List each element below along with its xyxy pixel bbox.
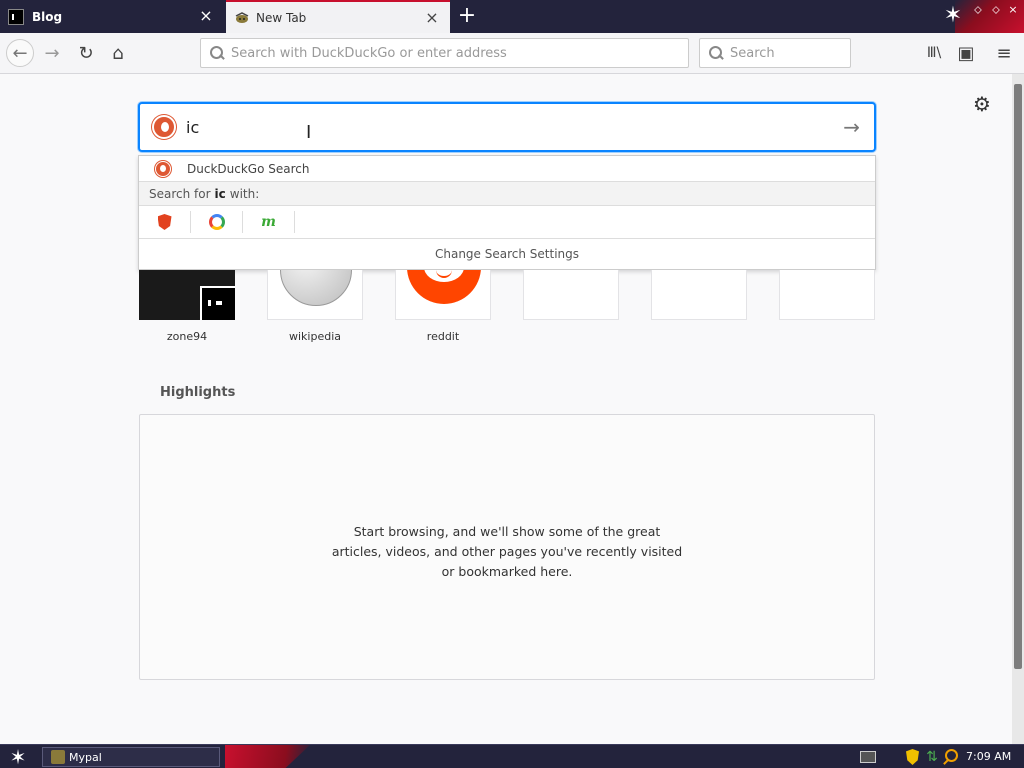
tab-strip: Blog × New Tab × + ⬦ ⬦ × ✶ [0,0,1024,33]
top-site-reddit[interactable] [395,270,491,320]
mojeek-icon: m [261,214,276,230]
tab-blog[interactable]: Blog × [0,0,224,33]
search-for-header: Search for ic with: [139,182,875,206]
top-site-zone94[interactable] [139,270,235,320]
top-site-wikipedia[interactable] [267,270,363,320]
highlights-empty-panel: Start browsing, and we'll show some of t… [139,414,875,680]
newtab-search-input[interactable] [186,117,786,137]
mojeek-engine-button[interactable]: m [243,211,295,233]
engine-suggestion-row[interactable]: DuckDuckGo Search [139,156,875,182]
highlights-empty-message: Start browsing, and we'll show some of t… [331,524,683,579]
library-button[interactable]: Ⅲ\ [920,39,948,67]
top-site-label[interactable]: zone94 [139,330,235,343]
back-button[interactable]: ← [6,39,34,67]
taskbar-decoration [225,745,310,768]
top-site-empty[interactable] [779,270,875,320]
search-bar[interactable] [699,38,851,68]
taskbar-item-label: Mypal [69,750,102,764]
search-for-term: ic [214,186,226,201]
tab-new-tab[interactable]: New Tab × [226,0,450,33]
forward-button[interactable]: → [38,39,66,67]
top-site-empty[interactable] [523,270,619,320]
mypal-app-icon [51,750,65,764]
maximize-icon[interactable]: ⬦ [989,3,1003,17]
os-taskbar: ✶ Mypal ⇅ 7:09 AM [0,744,1024,768]
settings-gear-icon[interactable]: ⚙ [972,94,992,114]
mypal-favicon-icon [234,10,250,26]
navigation-toolbar: ← → ↻ ⌂ Ⅲ\ ▣ ≡ [0,33,1024,74]
new-tab-button[interactable]: + [455,4,479,28]
duckduckgo-icon [155,160,171,177]
blog-favicon-icon [8,8,24,25]
text-cursor-icon: I [306,122,312,143]
top-site-label[interactable]: wikipedia [267,330,363,343]
home-button[interactable]: ⌂ [104,39,132,67]
search-tray-icon[interactable] [942,749,958,765]
star-logo-icon: ✶ [943,3,963,28]
minimize-icon[interactable]: ⬦ [971,3,985,17]
close-tab-icon[interactable]: × [198,8,214,24]
change-search-settings-button[interactable]: Change Search Settings [139,239,875,269]
tab-label: New Tab [256,10,307,25]
engine-suggestion-label: DuckDuckGo Search [187,161,310,176]
wikipedia-globe-icon [280,270,352,306]
taskbar-item-mypal[interactable]: Mypal [42,747,220,767]
zone94-thumbnail-icon [200,286,235,320]
search-go-arrow-icon[interactable]: → [843,117,860,137]
url-bar[interactable] [200,38,689,68]
security-shield-tray-icon[interactable] [906,749,919,765]
scrollbar-thumb[interactable] [1014,84,1022,669]
reddit-snoo-icon [407,270,481,304]
brave-icon [157,214,172,230]
sidebar-toggle-button[interactable]: ▣ [952,39,980,67]
search-icon [708,45,724,61]
search-input[interactable] [730,45,840,61]
tab-label: Blog [32,9,63,24]
start-menu-button[interactable]: ✶ [4,745,32,768]
newtab-search-box[interactable]: → [138,102,876,152]
brand-corner: ⬦ ⬦ × [955,0,1024,33]
vertical-scrollbar[interactable] [1012,74,1024,744]
menu-button[interactable]: ≡ [990,39,1018,67]
url-input[interactable] [231,45,661,61]
top-site-label[interactable]: reddit [395,330,491,343]
close-tab-icon[interactable]: × [424,10,440,26]
search-for-prefix: Search for [149,186,211,201]
alternate-engines-row: m [139,206,875,239]
keyboard-tray-icon[interactable] [860,751,876,763]
search-suggestions-dropdown: DuckDuckGo Search Search for ic with: m … [138,155,876,270]
top-site-empty[interactable] [651,270,747,320]
close-window-icon[interactable]: × [1006,3,1020,17]
reload-button[interactable]: ↻ [72,39,100,67]
brave-engine-button[interactable] [139,211,191,233]
qwant-engine-button[interactable] [191,211,243,233]
search-for-suffix: with: [229,186,260,201]
search-icon [209,45,225,61]
taskbar-clock[interactable]: 7:09 AM [966,745,1011,768]
network-tray-icon[interactable]: ⇅ [924,749,940,765]
qwant-icon [208,214,225,230]
duckduckgo-icon [152,115,176,139]
highlights-heading: Highlights [160,385,236,400]
